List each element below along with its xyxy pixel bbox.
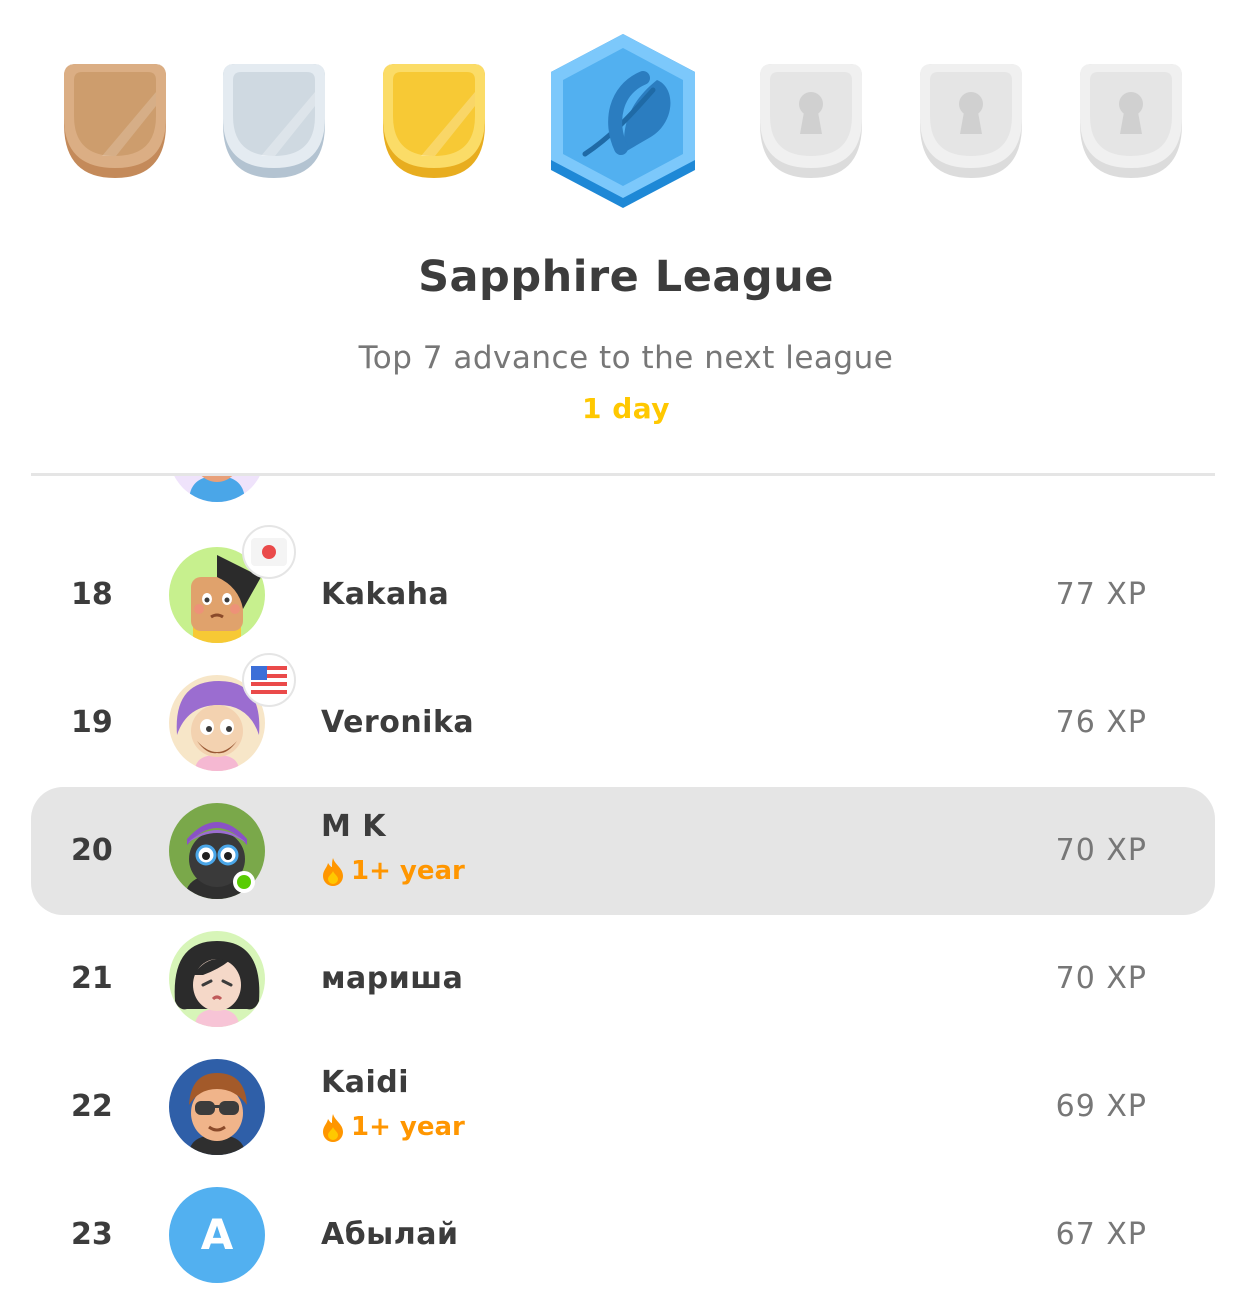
avatar-sunglasses-icon[interactable] [169,1059,265,1155]
streak-badge: 1+ year [321,1109,465,1145]
rank-number: 23 [71,1217,113,1252]
table-row[interactable]: 19 Veronika 76 XP [31,653,1215,787]
xp-value: 69 XP [1055,1089,1147,1124]
league-title: Sapphire League [418,252,834,302]
header-divider [31,473,1215,476]
league-subtitle: Top 7 advance to the next league [358,340,894,376]
user-name: мариша [321,961,464,996]
online-indicator-icon [233,871,255,893]
locked-shield-icon[interactable] [1078,62,1184,180]
gold-shield-icon[interactable] [381,62,487,180]
xp-value: 67 XP [1055,1217,1147,1252]
leaderboard-list[interactable]: 18 Kakaha 77 XP 19 Veronika 76 XP 20 M K… [31,476,1215,1308]
user-name: Veronika [321,705,475,740]
japan-flag-icon [242,525,296,579]
current-user-row[interactable]: 20 M K 1+ year 70 XP [31,787,1215,915]
league-shields [0,0,1252,230]
user-name: Kaidi [321,1065,410,1100]
usa-flag-icon [242,653,296,707]
rank-number: 20 [71,833,113,868]
streak-label: 1+ year [351,1112,465,1142]
avatar [169,476,265,502]
user-name: Kakaha [321,577,450,612]
avatar-black-hair-icon[interactable] [169,931,265,1027]
sapphire-feather-icon[interactable] [545,30,701,212]
fire-icon [323,857,343,886]
table-row[interactable]: 18 Kakaha 77 XP [31,525,1215,659]
rank-number: 21 [71,961,113,996]
xp-value: 76 XP [1055,705,1147,740]
table-row[interactable] [31,476,1215,518]
xp-value: 70 XP [1055,961,1147,996]
table-row[interactable]: 21 мариша 70 XP [31,915,1215,1043]
streak-label: 1+ year [351,856,465,886]
rank-number: 19 [71,705,113,740]
fire-icon [323,1113,343,1142]
rank-number: 18 [71,577,113,612]
table-row[interactable]: 22 Kaidi 1+ year 69 XP [31,1043,1215,1171]
locked-shield-icon[interactable] [918,62,1024,180]
locked-shield-icon[interactable] [758,62,864,180]
user-name: M K [321,809,387,844]
avatar-letter[interactable]: A [169,1187,265,1283]
streak-badge: 1+ year [321,853,465,889]
time-remaining: 1 day [581,392,671,425]
xp-value: 70 XP [1055,833,1147,868]
silver-shield-icon[interactable] [221,62,327,180]
xp-value: 77 XP [1055,577,1147,612]
bronze-shield-icon[interactable] [62,62,168,180]
rank-number: 22 [71,1089,113,1124]
table-row[interactable]: 23 A Абылай 67 XP [31,1171,1215,1299]
user-name: Абылай [321,1217,459,1252]
